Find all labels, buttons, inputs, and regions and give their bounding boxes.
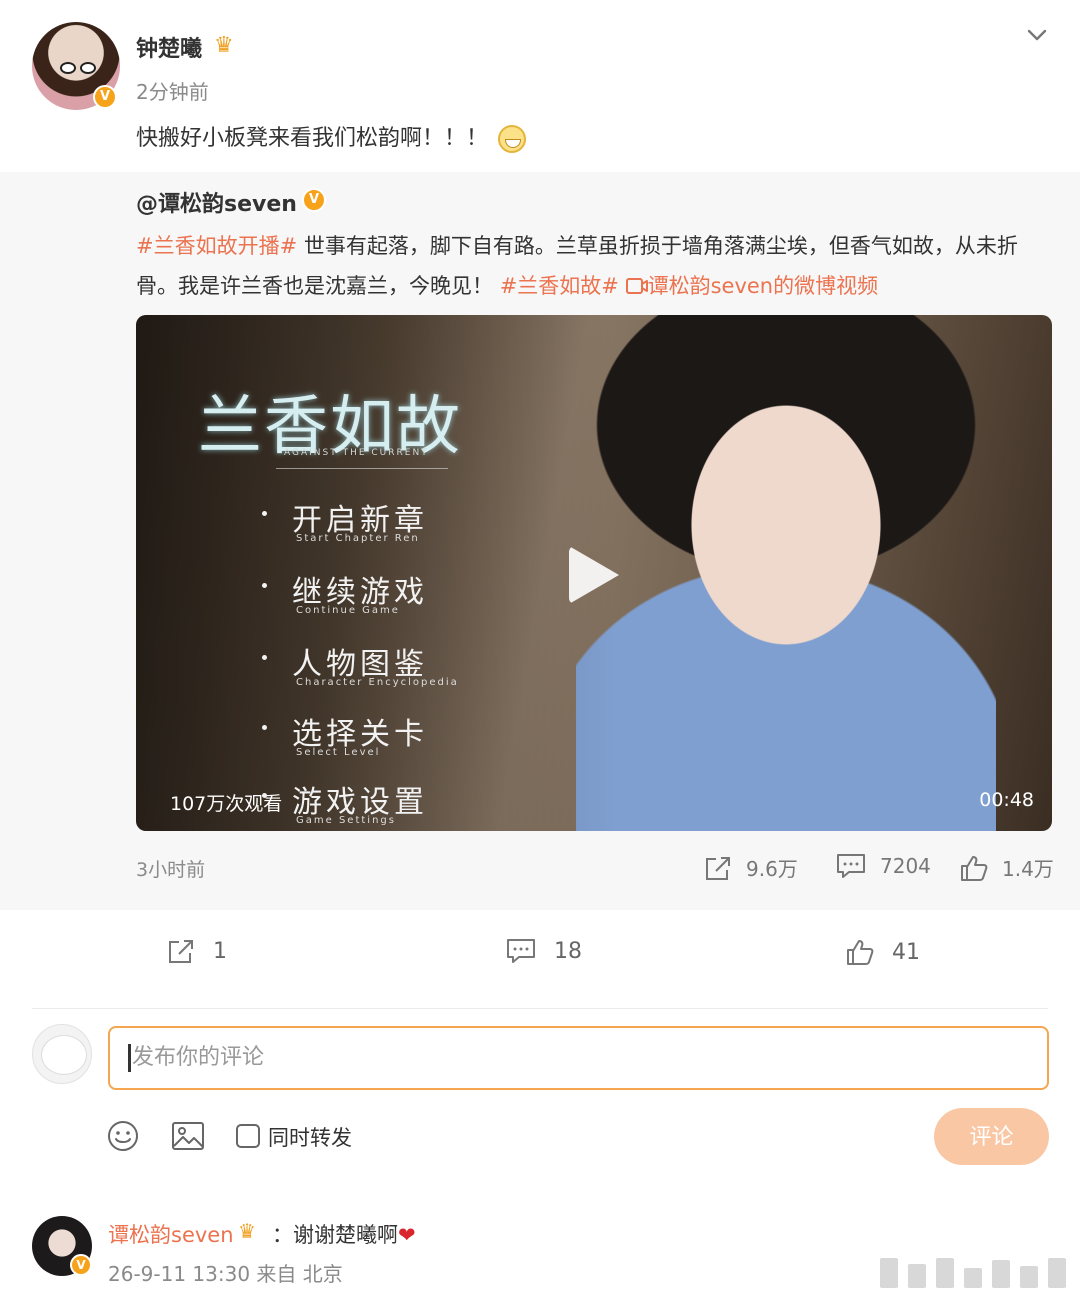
- verified-icon: V: [93, 85, 117, 109]
- video-subtitle-art: AGAINST THE CURRENT: [284, 448, 429, 458]
- comment-action-button[interactable]: 18: [506, 938, 582, 964]
- video-link[interactable]: 谭松韵seven的微博视频: [625, 274, 878, 298]
- video-camera-icon: [625, 278, 648, 294]
- submit-comment-button[interactable]: 评论: [934, 1108, 1049, 1165]
- chevron-down-icon[interactable]: [1026, 24, 1048, 46]
- repost-checkbox[interactable]: [236, 1124, 260, 1148]
- comment-author[interactable]: 谭松韵seven: [108, 1219, 234, 1249]
- original-comment-button[interactable]: 7204: [836, 853, 931, 879]
- video-duration: 00:48: [979, 789, 1034, 811]
- original-share-button[interactable]: 9.6万: [704, 853, 798, 882]
- verified-icon: V: [302, 188, 326, 212]
- text-caret: [128, 1044, 131, 1072]
- comment-meta: 26-9-11 13:30 来自 北京: [108, 1262, 343, 1286]
- verified-icon: V: [70, 1254, 92, 1276]
- comment-icon: [507, 939, 535, 963]
- hashtag-link[interactable]: #兰香如故开播#: [136, 234, 297, 258]
- original-time: 3小时前: [136, 859, 206, 881]
- grin-emoji-icon: [498, 125, 527, 153]
- emoji-icon[interactable]: [107, 1120, 139, 1152]
- comment-input[interactable]: 发布你的评论: [108, 1026, 1049, 1090]
- thumbs-up-icon: [847, 940, 874, 965]
- heart-emoji-icon: ❤: [398, 1223, 416, 1247]
- repost-checkbox-label[interactable]: 同时转发: [268, 1122, 352, 1152]
- crown-icon: ♛: [214, 33, 234, 58]
- comment-icon: [837, 854, 865, 878]
- share-icon: [169, 940, 193, 963]
- my-avatar: [32, 1024, 92, 1084]
- original-like-button[interactable]: 1.4万: [960, 853, 1054, 882]
- signal-bars-icon: [880, 1258, 1066, 1288]
- image-icon[interactable]: [171, 1120, 205, 1152]
- repost-action-button[interactable]: 1: [167, 938, 227, 964]
- post-time: 2分钟前: [136, 80, 209, 104]
- original-author[interactable]: @谭松韵seven: [136, 186, 297, 218]
- thumbs-up-icon: [961, 855, 988, 881]
- like-action-button[interactable]: 41: [846, 938, 920, 966]
- post-header: V 钟楚曦 ♛ 2分钟前 快搬好小板凳来看我们松韵啊！！！: [0, 0, 1080, 172]
- author-name[interactable]: 钟楚曦: [136, 31, 202, 63]
- video-player[interactable]: 兰香如故 AGAINST THE CURRENT 开启新章 Start Chapt…: [136, 315, 1052, 831]
- hashtag-link[interactable]: #兰香如故#: [500, 274, 619, 298]
- divider: [32, 1008, 1048, 1009]
- video-thumbnail-figure: [576, 315, 996, 831]
- comment-text: ：谢谢楚曦啊❤: [272, 1223, 416, 1247]
- share-icon: [706, 856, 730, 880]
- original-text: #兰香如故开播# 世事有起落，脚下自有路。兰草虽折损于墙角落满尘埃，但香气如故，…: [136, 234, 1018, 298]
- video-views: 107万次观看: [170, 793, 283, 815]
- post-text: 快搬好小板凳来看我们松韵啊！！！: [136, 120, 527, 153]
- play-icon[interactable]: [569, 546, 619, 604]
- crown-icon: ♛: [238, 1219, 256, 1243]
